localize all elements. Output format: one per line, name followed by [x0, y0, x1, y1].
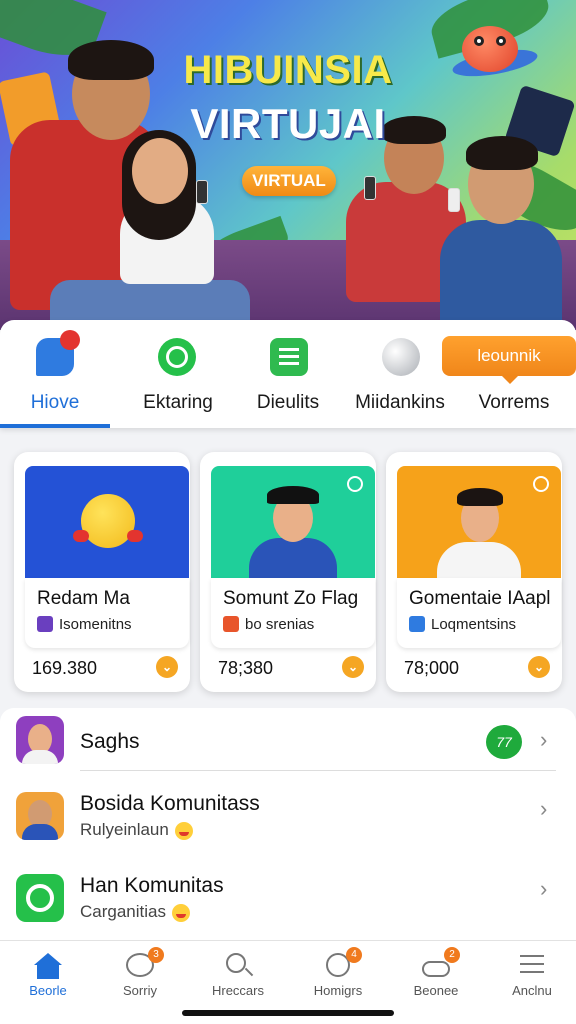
community-cards: Redam Ma Isomenitns 169.380 ⌄ Somunt Zo … — [14, 452, 562, 692]
tab-label: Ektaring — [143, 392, 213, 413]
list-item-title: Bosida Komunitass — [80, 792, 260, 815]
nav-item-chat[interactable]: 3 Sorriy — [92, 941, 188, 1005]
card-image — [397, 466, 561, 578]
nav-item-clock[interactable]: 4 Homigrs — [290, 941, 386, 1005]
notification-badge: 3 — [148, 947, 164, 963]
hero-title-line1: HIBUINSIA — [183, 48, 393, 92]
nav-item-home[interactable]: Beorle — [0, 941, 96, 1005]
nav-label: Anclnu — [512, 983, 552, 998]
chevron-right-icon: › — [540, 876, 548, 901]
magnifier-icon — [382, 338, 420, 376]
emoji-icon — [174, 821, 193, 840]
nav-item-menu[interactable]: Anclnu — [484, 941, 576, 1005]
nav-label: Homigrs — [313, 983, 363, 998]
tab-dieulits[interactable]: Dieulits — [234, 320, 342, 428]
card-image — [25, 466, 189, 578]
card-image — [211, 466, 375, 578]
home-icon — [32, 951, 64, 981]
mascot-eye — [496, 36, 506, 46]
avatar — [16, 792, 64, 840]
list-item-subtitle: Carganitias — [80, 902, 190, 922]
community-card[interactable]: Redam Ma Isomenitns 169.380 ⌄ — [14, 452, 190, 692]
hero-banner[interactable]: HIBUINSIA VIRTUJAI VIRTUAL — [0, 0, 576, 330]
nav-item-cloud[interactable]: 2 Beonee — [388, 941, 484, 1005]
nav-label: Beorle — [29, 983, 67, 998]
card-title: Somunt Zo Flag — [223, 588, 359, 609]
nav-item-search[interactable]: Hreccars — [190, 941, 286, 1005]
nav-label: Hreccars — [211, 983, 264, 998]
tab-hiove[interactable]: Hiove — [0, 320, 110, 428]
card-count: 78;000 — [404, 658, 460, 678]
list-item-subtitle: Rulyeinlaun — [80, 820, 193, 840]
nav-label: Beonee — [413, 983, 459, 998]
whatsapp-icon — [158, 338, 196, 376]
search-icon — [222, 951, 254, 981]
tab-label: Dieulits — [256, 392, 320, 413]
person-left-woman — [116, 130, 226, 320]
divider — [80, 770, 556, 771]
notification-badge: 4 — [346, 947, 362, 963]
hero-badge-button[interactable]: VIRTUAL — [242, 166, 336, 196]
card-subtitle: Isomenitns — [59, 616, 132, 633]
nav-label: Sorriy — [123, 983, 157, 998]
person-right-man-blue — [430, 136, 570, 330]
community-icon — [37, 616, 53, 632]
card-title: Redam Ma — [37, 588, 130, 609]
chevron-down-icon[interactable]: ⌄ — [342, 656, 364, 678]
active-tab-indicator — [0, 424, 110, 428]
card-count: 78;380 — [218, 658, 274, 678]
tooltip-bubble[interactable]: leounnik — [442, 336, 576, 384]
list-item[interactable]: Han Komunitas Carganitias › — [0, 870, 576, 930]
list-icon — [270, 338, 308, 376]
community-card[interactable]: Somunt Zo Flag bo srenias 78;380 ⌄ — [200, 452, 376, 692]
card-subtitle: bo srenias — [245, 616, 315, 633]
unread-count-badge: 77 — [486, 725, 522, 759]
tab-label: Hiove — [30, 392, 80, 413]
emoji-icon — [172, 903, 190, 922]
card-title: Gomentaie IAapl — [409, 588, 551, 609]
radio-circle-icon — [347, 476, 363, 492]
tab-label: Miidankins — [355, 392, 445, 413]
emoji-mascot-icon — [81, 494, 135, 548]
radio-circle-icon — [533, 476, 549, 492]
tab-miidankins[interactable]: Miidankins — [346, 320, 454, 428]
chevron-right-icon: › — [540, 796, 548, 821]
card-subtitle: Loqmentsins — [431, 616, 517, 633]
card-count: 169.380 — [32, 658, 98, 678]
chevron-down-icon[interactable]: ⌄ — [528, 656, 550, 678]
menu-icon — [516, 951, 548, 981]
home-indicator — [182, 1010, 394, 1016]
community-icon — [409, 616, 425, 632]
notification-badge: 2 — [444, 947, 460, 963]
hero-title-line2: VIRTUJAI — [190, 100, 386, 147]
chat-bubble-icon — [36, 330, 80, 376]
tab-ektaring[interactable]: Ektaring — [122, 320, 234, 428]
chevron-right-icon: › — [540, 727, 548, 752]
list-item-title: Han Komunitas — [80, 874, 224, 897]
avatar — [16, 716, 64, 764]
list-item[interactable]: Bosida Komunitass Rulyeinlaun › — [0, 788, 576, 848]
tab-label: Vorrems — [478, 392, 550, 413]
chevron-down-icon[interactable]: ⌄ — [156, 656, 178, 678]
whatsapp-icon — [16, 874, 64, 922]
list-item-title: Saghs — [80, 730, 140, 753]
community-icon — [223, 616, 239, 632]
community-card[interactable]: Gomentaie IAapl Loqmentsins 78;000 ⌄ — [386, 452, 562, 692]
mascot-eye — [474, 36, 484, 46]
